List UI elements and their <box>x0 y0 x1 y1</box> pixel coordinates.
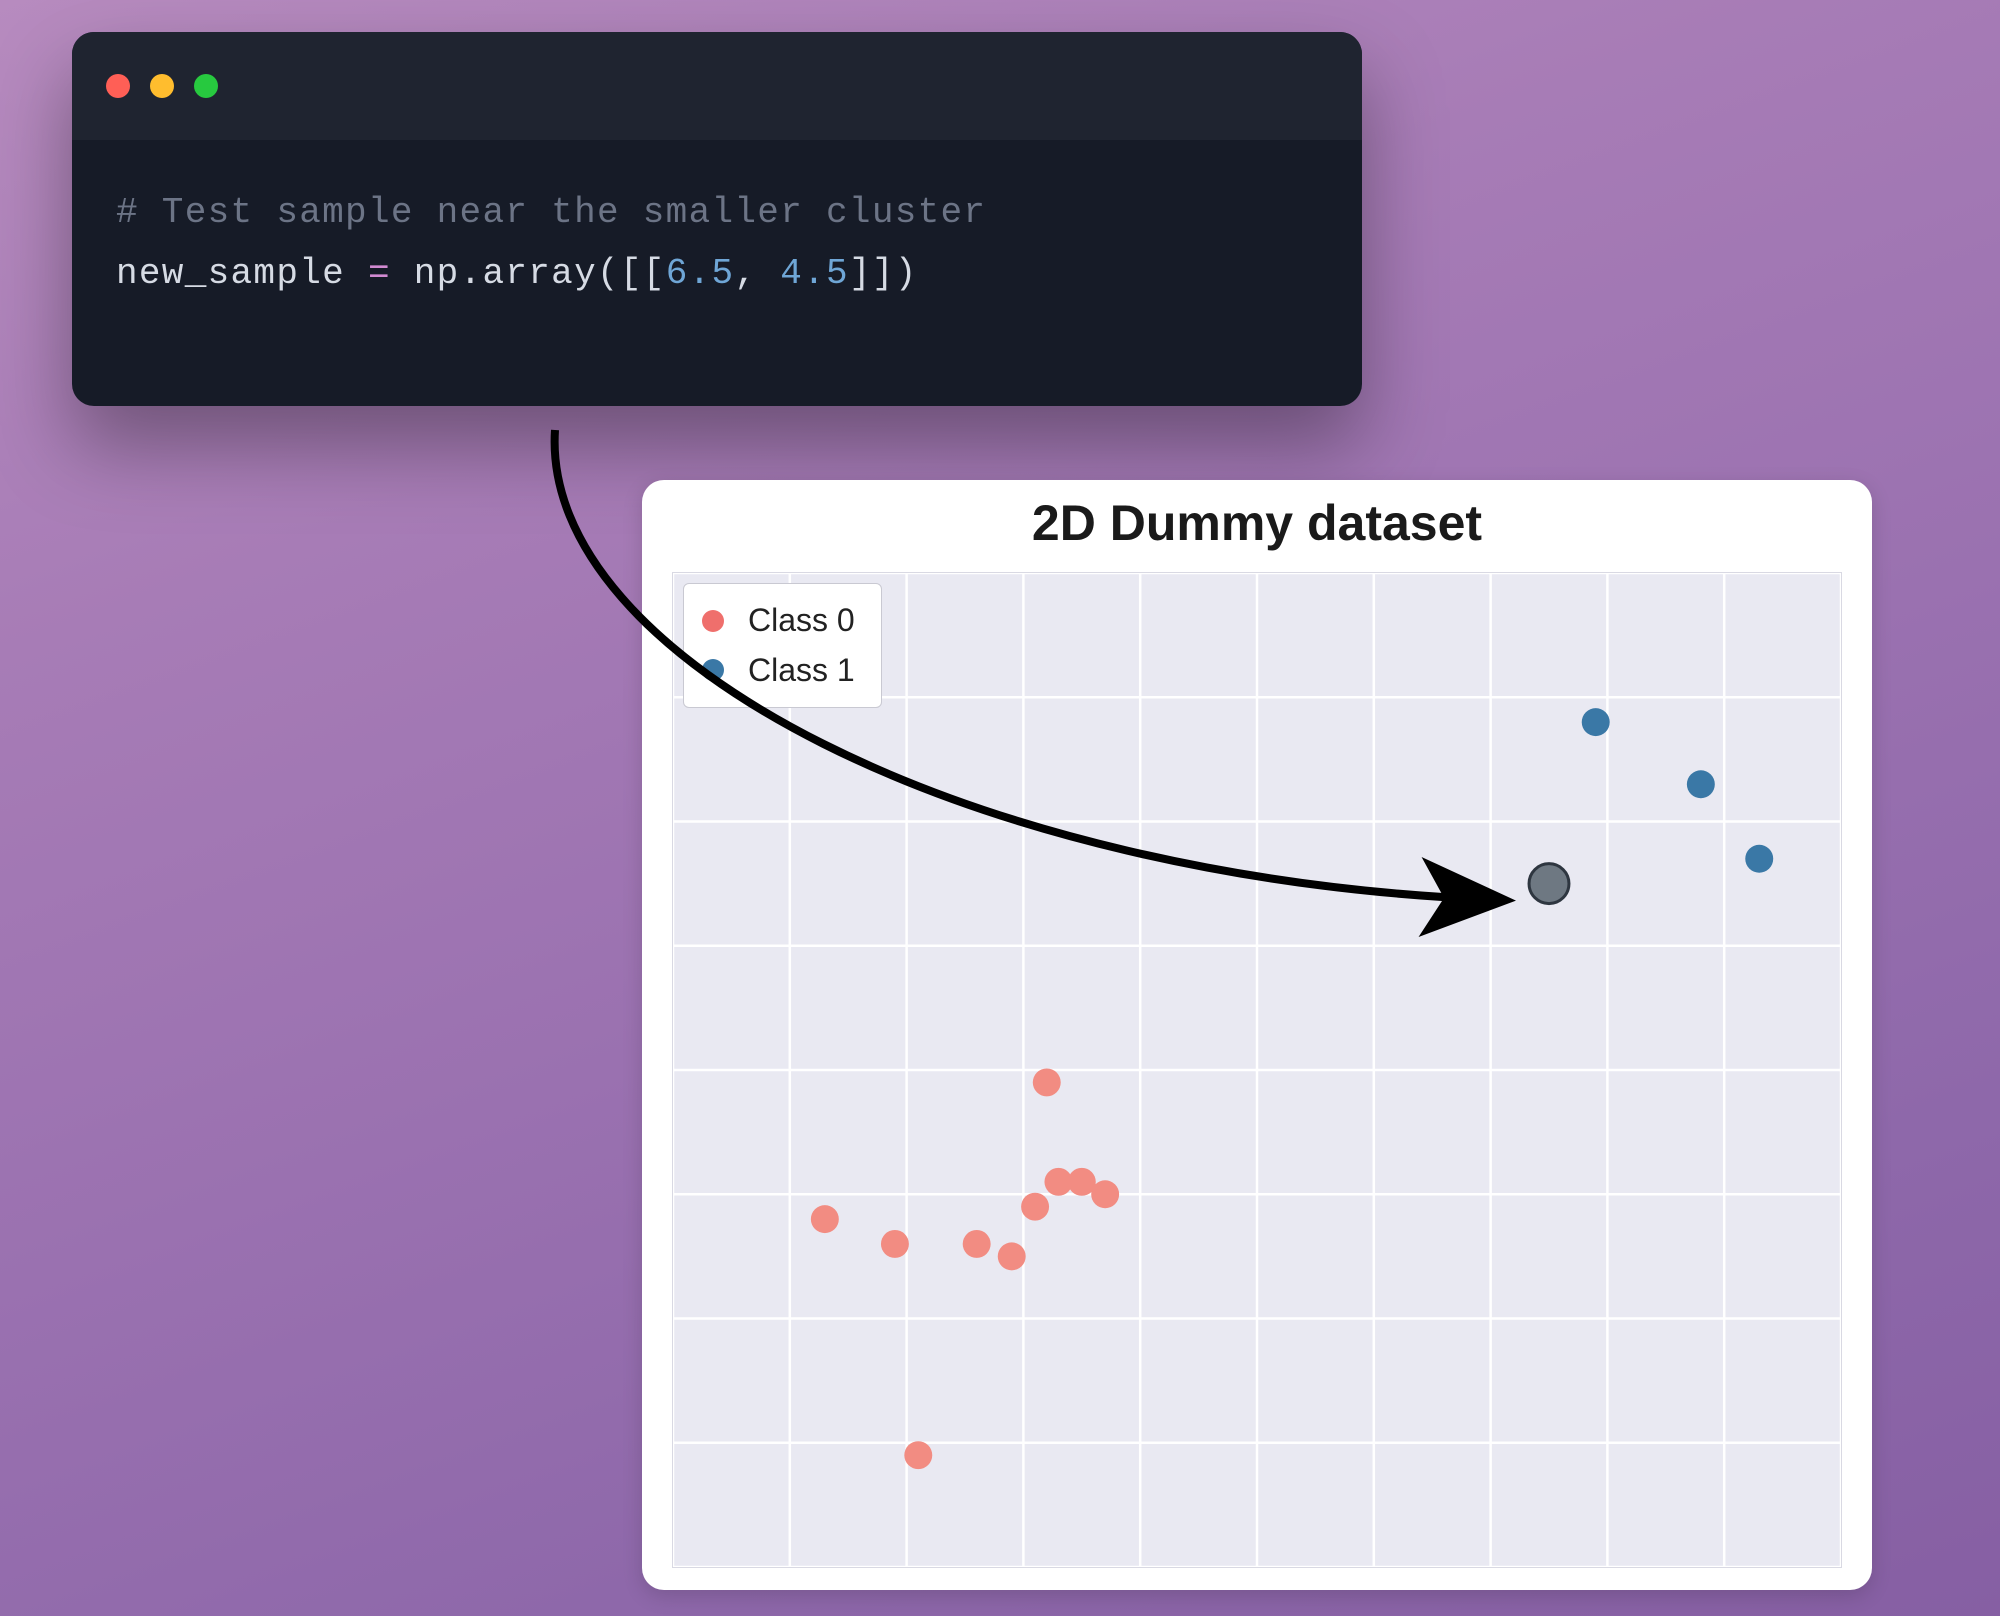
code-comma: , <box>734 253 780 294</box>
dot-icon <box>702 659 724 681</box>
scatter-point <box>881 1230 909 1258</box>
scatter-point <box>811 1205 839 1233</box>
scatter-point <box>1021 1193 1049 1221</box>
scatter-point <box>1687 770 1715 798</box>
legend-label: Class 1 <box>748 646 855 696</box>
chart-panel: 2D Dummy dataset Class 0 Class 1 <box>642 480 1872 1590</box>
legend-item-class1: Class 1 <box>702 646 855 696</box>
code-call-suffix: ]]) <box>849 253 918 294</box>
legend: Class 0 Class 1 <box>683 583 882 708</box>
code-window: # Test sample near the smaller cluster n… <box>72 32 1362 406</box>
code-var: new_sample <box>116 253 345 294</box>
minimize-icon[interactable] <box>150 74 174 98</box>
code-num2: 4.5 <box>780 253 849 294</box>
maximize-icon[interactable] <box>194 74 218 98</box>
code-block: # Test sample near the smaller cluster n… <box>116 182 1318 304</box>
dot-icon <box>702 610 724 632</box>
code-comment: # Test sample near the smaller cluster <box>116 192 986 233</box>
code-num1: 6.5 <box>666 253 735 294</box>
chart-title: 2D Dummy dataset <box>642 494 1872 568</box>
scatter-point <box>1091 1180 1119 1208</box>
stage: # Test sample near the smaller cluster n… <box>0 0 2000 1616</box>
scatter-point <box>1745 845 1773 873</box>
code-body: # Test sample near the smaller cluster n… <box>72 140 1362 304</box>
scatter-point <box>1033 1068 1061 1096</box>
legend-label: Class 0 <box>748 596 855 646</box>
scatter-point <box>963 1230 991 1258</box>
legend-item-class0: Class 0 <box>702 596 855 646</box>
scatter-plot <box>673 573 1841 1567</box>
code-call-prefix: np.array([[ <box>414 253 666 294</box>
scatter-point <box>998 1242 1026 1270</box>
code-eq: = <box>368 253 391 294</box>
scatter-point <box>904 1441 932 1469</box>
plot-area: Class 0 Class 1 <box>672 572 1842 1568</box>
scatter-point <box>1582 708 1610 736</box>
close-icon[interactable] <box>106 74 130 98</box>
window-titlebar <box>72 32 1362 140</box>
